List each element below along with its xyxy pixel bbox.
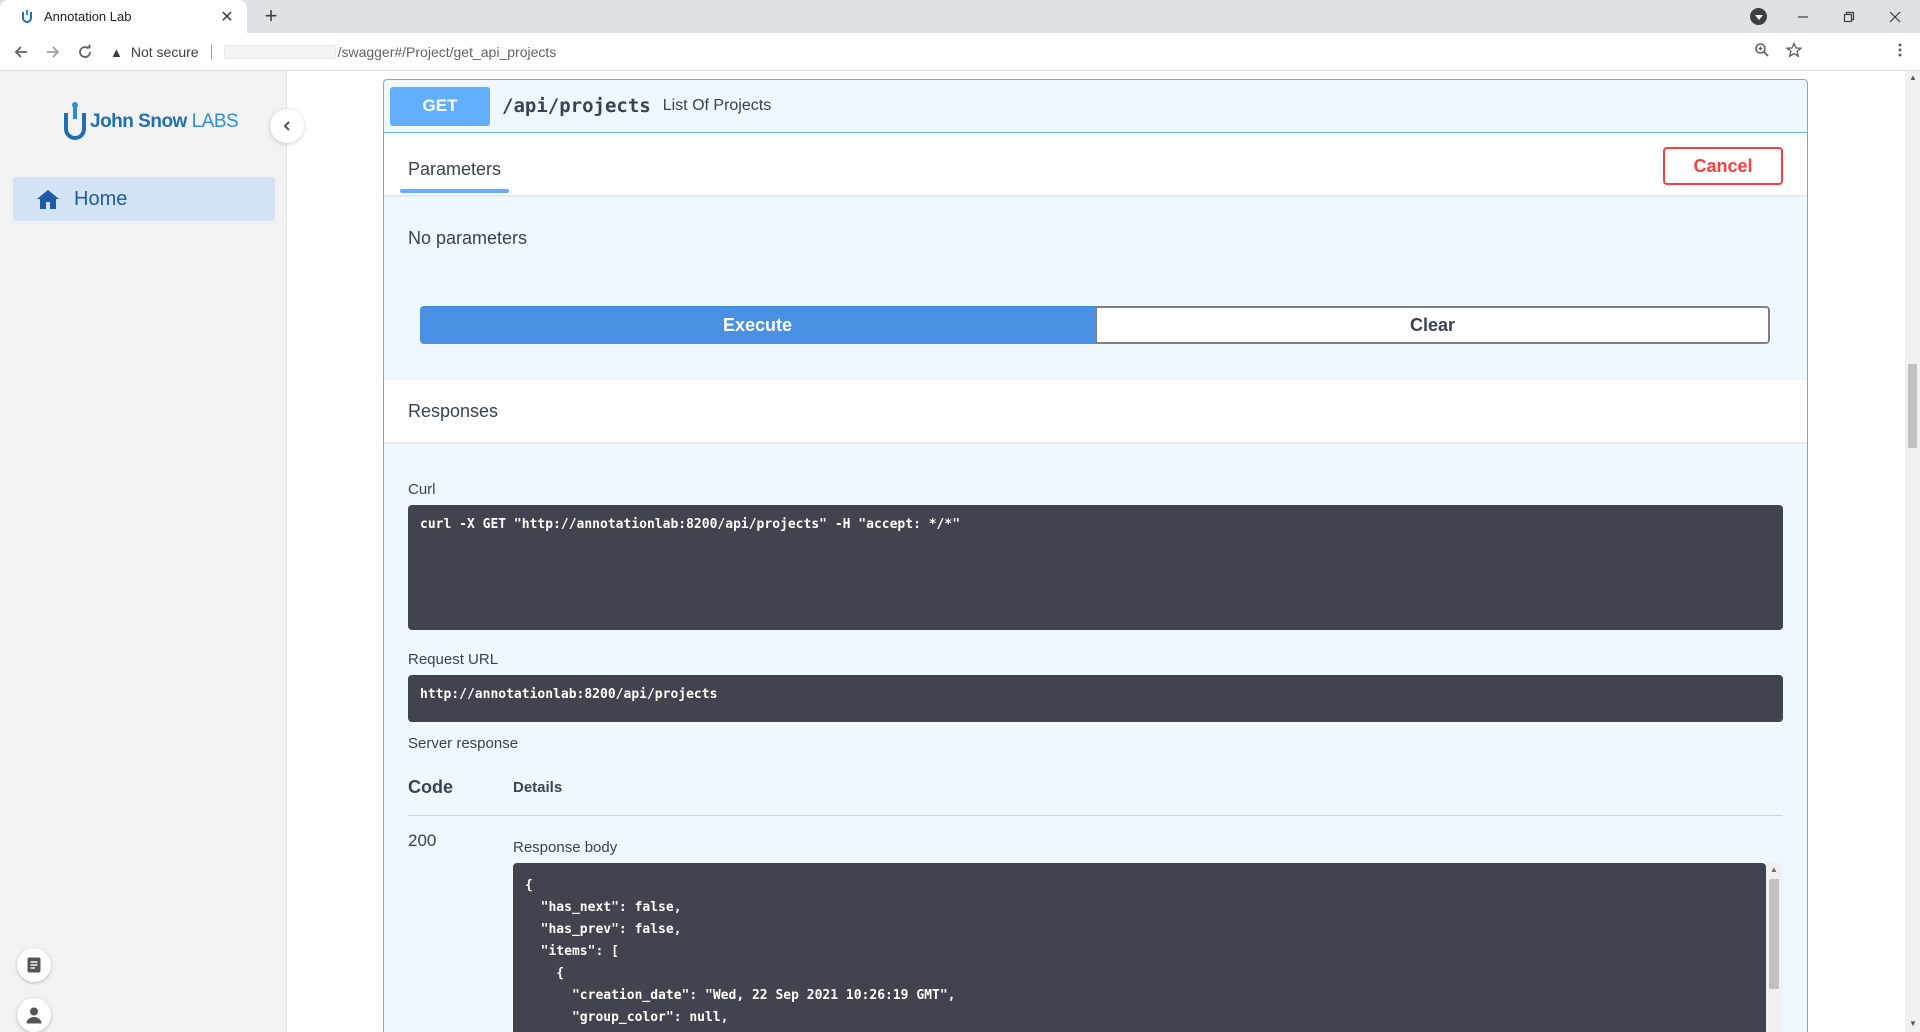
- request-url-label: Request URL: [408, 651, 499, 668]
- user-icon: [26, 1007, 42, 1024]
- back-arrow-icon: [14, 46, 27, 58]
- response-body-label: Response body: [513, 839, 618, 856]
- responses-title: Responses: [408, 400, 499, 421]
- zoom-icon[interactable]: [1751, 42, 1773, 64]
- back-button[interactable]: [9, 40, 33, 64]
- document-icon: [27, 957, 41, 973]
- server-response-label: Server response: [408, 735, 519, 752]
- scroll-up-arrow-icon[interactable]: ▲: [1770, 865, 1778, 874]
- chevron-left-icon: [283, 121, 290, 131]
- browser-tab[interactable]: Annotation Lab ✕: [0, 0, 247, 33]
- status-code: 200: [408, 831, 437, 850]
- sidebar: John Snow LABS Home: [0, 71, 287, 1032]
- no-parameters-text: No parameters: [408, 228, 528, 248]
- page-content: John Snow LABS Home GET /api/projects Li…: [0, 71, 1920, 1032]
- tab-title: Annotation Lab: [44, 9, 132, 24]
- details-column-header: Details: [513, 779, 563, 796]
- redacted-host: [223, 45, 336, 59]
- operation-block: GET /api/projects List Of Projects Param…: [383, 79, 1808, 1032]
- clear-button[interactable]: Clear: [1095, 306, 1770, 344]
- logo-text: John Snow LABS: [90, 111, 239, 133]
- sidebar-item-home[interactable]: Home: [13, 177, 275, 221]
- home-icon: [37, 190, 59, 209]
- reload-button[interactable]: [73, 40, 97, 64]
- execute-button[interactable]: Execute: [420, 306, 1095, 344]
- operation-summary[interactable]: GET /api/projects List Of Projects: [384, 80, 1807, 133]
- logo-mark-icon: [64, 102, 86, 140]
- swagger-main: GET /api/projects List Of Projects Param…: [288, 71, 1905, 1032]
- parameters-header: Parameters Cancel: [384, 133, 1807, 195]
- close-window-button[interactable]: [1872, 0, 1918, 33]
- forward-arrow-icon: [47, 46, 60, 58]
- logo-text-main: John Snow: [90, 111, 192, 132]
- sidebar-item-label: Home: [74, 187, 128, 210]
- restore-icon: [1843, 11, 1855, 22]
- minimize-window-button[interactable]: [1780, 0, 1826, 33]
- user-profile-button[interactable]: [17, 998, 51, 1032]
- response-table-divider: [408, 815, 1783, 816]
- response-body-code[interactable]: { "has_next": false, "has_prev": false, …: [513, 863, 1766, 1032]
- security-indicator[interactable]: Not secure: [131, 44, 199, 60]
- tab-parameters[interactable]: Parameters: [400, 145, 510, 193]
- omnibox-separator: [210, 44, 212, 60]
- browser-menu-icon[interactable]: [1889, 42, 1911, 64]
- minimize-icon: [1798, 15, 1808, 18]
- scroll-down-arrow-icon[interactable]: ▼: [1909, 1019, 1917, 1028]
- forward-button[interactable]: [41, 40, 65, 64]
- responses-header: Responses: [384, 380, 1807, 442]
- scrollbar-thumb[interactable]: [1769, 879, 1779, 989]
- page-scrollbar[interactable]: ▲ ▼: [1905, 71, 1920, 1032]
- browser-toolbar: ▲ Not secure /swagger#/Project/get_api_p…: [0, 33, 1920, 71]
- url-path: /swagger#/Project/get_api_projects: [337, 44, 557, 60]
- scroll-up-arrow-icon[interactable]: ▲: [1909, 73, 1917, 82]
- cancel-button[interactable]: Cancel: [1663, 147, 1783, 185]
- restore-window-button[interactable]: [1826, 0, 1872, 33]
- address-bar[interactable]: ▲ Not secure /swagger#/Project/get_api_p…: [110, 37, 1790, 67]
- operation-description: List Of Projects: [662, 97, 772, 114]
- documentation-button[interactable]: [17, 948, 51, 982]
- warning-icon: ▲: [110, 44, 123, 60]
- response-body-scrollbar[interactable]: ▲: [1766, 863, 1782, 1032]
- bookmark-star-icon[interactable]: [1783, 41, 1805, 64]
- tab-search-icon[interactable]: [1750, 8, 1767, 25]
- request-url-block[interactable]: http://annotationlab:8200/api/projects: [408, 675, 1783, 722]
- reload-icon: [79, 44, 91, 58]
- collapse-sidebar-button[interactable]: [270, 109, 304, 143]
- site-favicon-icon: [22, 9, 32, 23]
- tab-close-icon[interactable]: ✕: [217, 7, 237, 27]
- new-tab-button[interactable]: +: [259, 5, 283, 29]
- curl-label: Curl: [408, 481, 436, 498]
- execute-button-group: Execute Clear: [420, 306, 1770, 344]
- john-snow-labs-logo[interactable]: John Snow LABS: [62, 101, 239, 143]
- close-icon: [1889, 11, 1901, 22]
- logo-text-labs: LABS: [191, 111, 239, 132]
- curl-code-block[interactable]: curl -X GET "http://annotationlab:8200/a…: [408, 505, 1783, 630]
- http-method-badge: GET: [390, 86, 490, 126]
- page-scrollbar-thumb[interactable]: [1908, 364, 1917, 448]
- browser-tab-strip: Annotation Lab ✕ +: [0, 0, 1920, 33]
- operation-path: /api/projects: [502, 95, 651, 117]
- code-column-header: Code: [408, 777, 453, 797]
